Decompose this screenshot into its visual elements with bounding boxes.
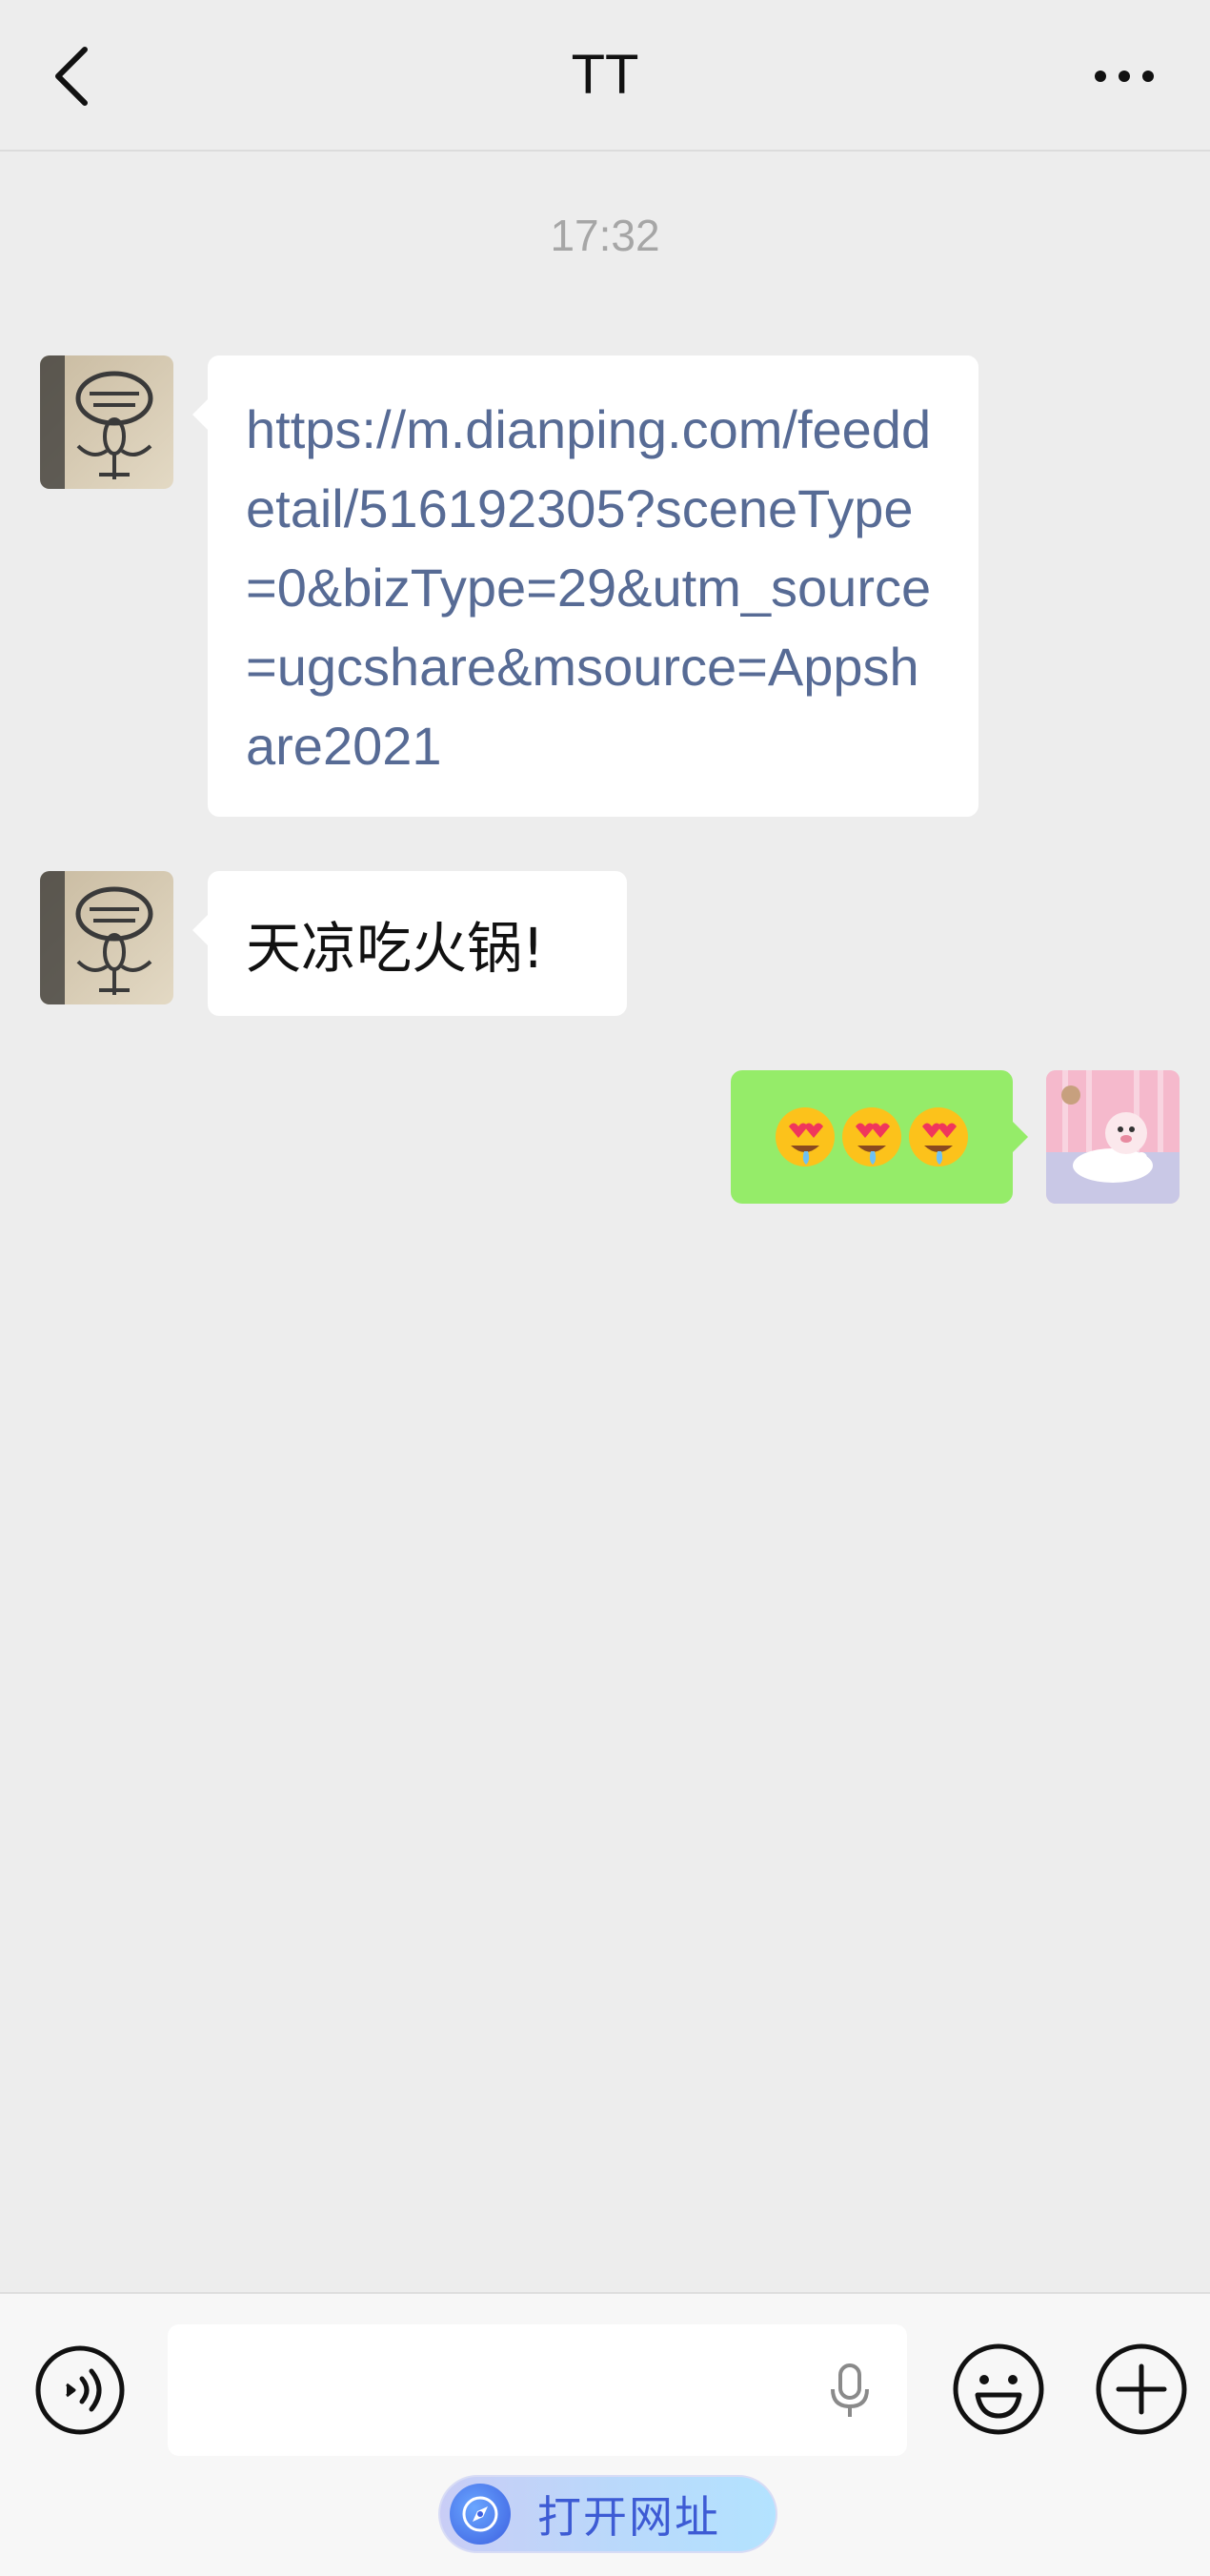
- message-timestamp: 17:32: [550, 211, 660, 260]
- message-bubble-link[interactable]: https://m.dianping.com/feeddetail/516192…: [192, 355, 978, 817]
- more-button[interactable]: [1077, 43, 1172, 110]
- message-link-text[interactable]: https://m.dianping.com/feeddetail/516192…: [246, 390, 940, 785]
- chat-title: TT: [571, 44, 639, 106]
- microphone-button[interactable]: [821, 2363, 878, 2420]
- chat-header: TT: [0, 0, 1210, 152]
- self-avatar[interactable]: [1046, 1070, 1180, 1204]
- message-input[interactable]: [168, 2324, 907, 2456]
- contact-avatar[interactable]: [40, 355, 173, 489]
- contact-avatar[interactable]: [40, 871, 173, 1004]
- voice-mode-button[interactable]: [34, 2344, 126, 2436]
- browser-icon: [450, 2484, 511, 2545]
- microphone-icon: [831, 2363, 869, 2417]
- input-bar: 打开网址: [0, 2292, 1210, 2576]
- message-text: 天凉吃火锅!: [246, 916, 545, 981]
- plus-icon: [1096, 2343, 1187, 2435]
- open-url-button[interactable]: 打开网址: [438, 2475, 777, 2553]
- emoji-button[interactable]: [951, 2342, 1046, 2437]
- voice-mode-icon: [35, 2345, 125, 2435]
- message-bubble-self[interactable]: [731, 1070, 1028, 1204]
- message-bubble-text[interactable]: 天凉吃火锅!: [192, 871, 627, 1016]
- open-url-label: 打开网址: [537, 2491, 720, 2543]
- more-functions-button[interactable]: [1094, 2342, 1189, 2437]
- more-dots-icon: [1095, 71, 1154, 82]
- emoji-row-icon: [776, 1107, 968, 1166]
- smiley-icon: [953, 2343, 1044, 2435]
